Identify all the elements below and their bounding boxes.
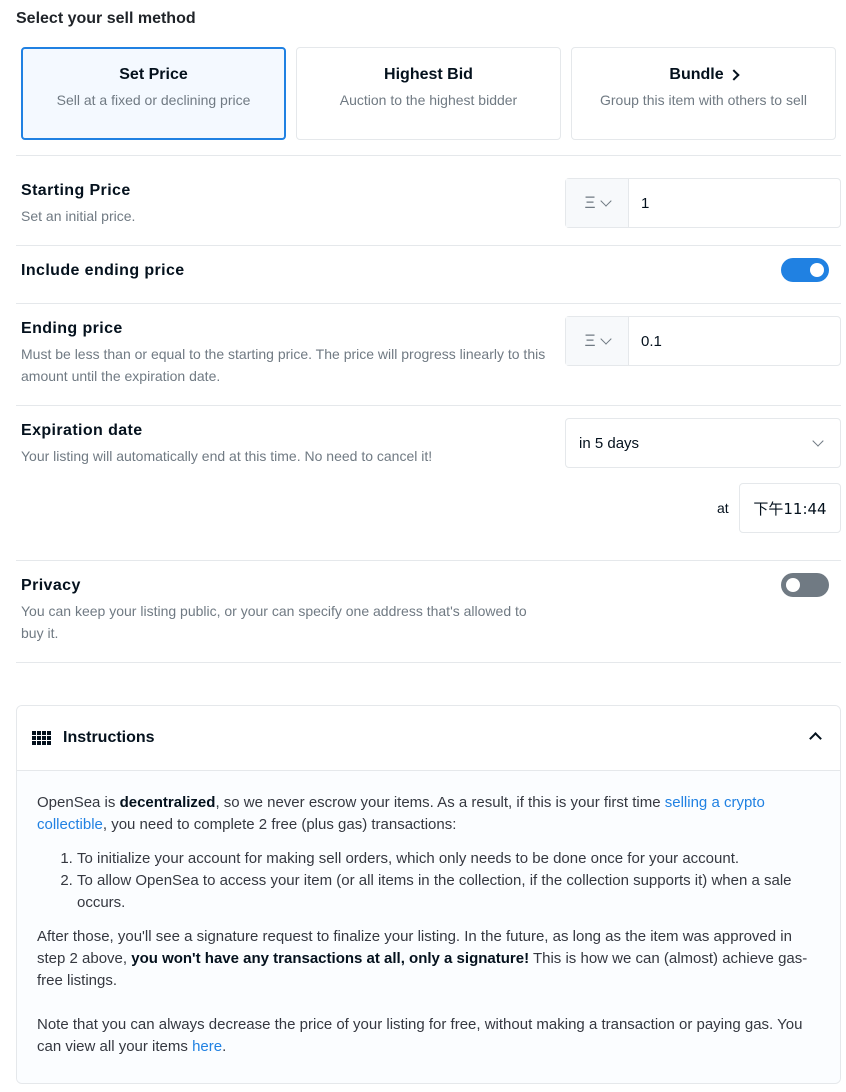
eth-icon: Ξ (584, 331, 596, 350)
list-item: To initialize your account for making se… (77, 848, 820, 870)
chevron-down-icon (599, 195, 612, 207)
expiration-time-input[interactable]: 下午11:44 (739, 483, 841, 533)
expiration-date-title: Expiration date (21, 422, 143, 439)
toggle-knob (810, 263, 824, 277)
divider (16, 662, 841, 663)
steps-list: To initialize your account for making se… (77, 848, 820, 914)
instructions-body: OpenSea is decentralized, so we never es… (17, 771, 840, 1083)
expiration-value: in 5 days (579, 434, 640, 452)
currency-select[interactable]: Ξ (566, 179, 629, 227)
instructions-paragraph: Note that you can always decrease the pr… (37, 1014, 820, 1058)
ending-price-input[interactable] (629, 317, 840, 365)
instructions-paragraph: OpenSea is decentralized, so we never es… (37, 792, 820, 836)
grid-icon (32, 731, 51, 745)
toggle-knob (786, 578, 800, 592)
privacy-subtitle: You can keep your listing public, or you… (21, 603, 527, 641)
emphasis: decentralized (119, 794, 216, 811)
text: OpenSea is (37, 794, 120, 811)
text: . (222, 1038, 227, 1055)
divider (16, 155, 841, 156)
chevron-down-icon (599, 333, 612, 345)
method-highest-bid[interactable]: Highest Bid Auction to the highest bidde… (296, 47, 561, 140)
instructions-title: Instructions (63, 729, 155, 746)
sell-method-heading: Select your sell method (16, 10, 196, 27)
text: , you need to complete 2 free (plus gas)… (102, 816, 457, 833)
text: , so we never escrow your items. As a re… (215, 794, 665, 811)
include-ending-price-toggle[interactable] (781, 258, 829, 282)
method-title: Bundle (669, 66, 724, 83)
divider (16, 405, 841, 406)
instructions-panel: Instructions OpenSea is decentralized, s… (16, 705, 841, 1084)
instructions-paragraph: After those, you'll see a signature requ… (37, 926, 820, 992)
include-ending-price-title: Include ending price (21, 262, 185, 279)
divider (16, 560, 841, 561)
starting-price-field: Ξ (565, 178, 841, 228)
method-bundle[interactable]: Bundle Group this item with others to se… (571, 47, 836, 140)
at-label: at (717, 500, 729, 516)
eth-icon: Ξ (584, 193, 596, 212)
text: Note that you can always decrease the pr… (37, 1016, 803, 1055)
chevron-right-icon (727, 69, 740, 81)
chevron-up-icon[interactable] (809, 732, 822, 745)
method-set-price[interactable]: Set Price Sell at a fixed or declining p… (21, 47, 286, 140)
view-items-link[interactable]: here (192, 1038, 222, 1055)
expiration-select[interactable]: in 5 days (565, 418, 841, 468)
ending-price-subtitle: Must be less than or equal to the starti… (21, 346, 546, 384)
divider (16, 245, 841, 246)
starting-price-title: Starting Price (21, 182, 131, 199)
privacy-title: Privacy (21, 577, 81, 594)
starting-price-subtitle: Set an initial price. (21, 208, 136, 224)
instructions-header[interactable]: Instructions (17, 706, 840, 771)
method-subtitle: Group this item with others to sell (600, 92, 807, 108)
privacy-toggle[interactable] (781, 573, 829, 597)
starting-price-input[interactable] (629, 179, 840, 227)
ending-price-field: Ξ (565, 316, 841, 366)
method-title: Set Price (119, 66, 188, 83)
list-item: To allow OpenSea to access your item (or… (77, 870, 820, 914)
chevron-down-icon (812, 434, 824, 447)
divider (16, 303, 841, 304)
method-subtitle: Auction to the highest bidder (339, 92, 518, 108)
ending-price-title: Ending price (21, 320, 123, 337)
emphasis: you won't have any transactions at all, … (131, 950, 530, 967)
method-subtitle: Sell at a fixed or declining price (56, 92, 251, 108)
expiration-date-subtitle: Your listing will automatically end at t… (21, 448, 433, 464)
method-title: Highest Bid (384, 66, 473, 83)
sell-method-options: Set Price Sell at a fixed or declining p… (21, 47, 836, 140)
currency-select[interactable]: Ξ (566, 317, 629, 365)
